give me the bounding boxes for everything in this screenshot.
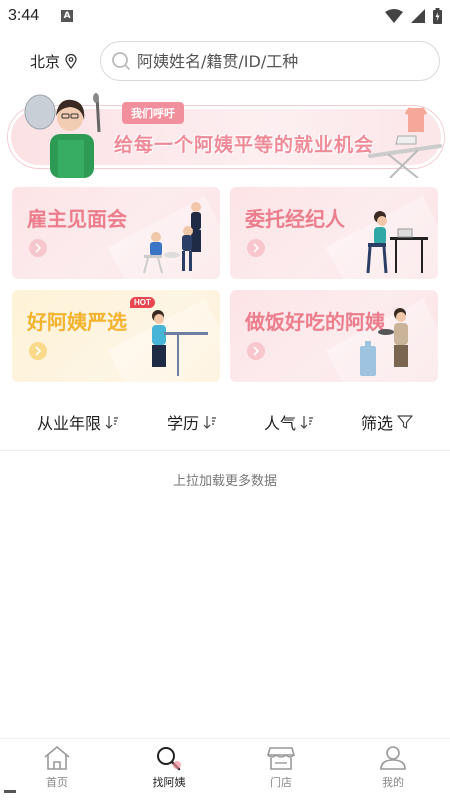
ironing-auntie-illustration — [152, 310, 208, 376]
load-more-hint: 上拉加载更多数据 — [172, 474, 277, 489]
store-icon — [266, 747, 296, 770]
search-row: 北京 — [0, 40, 450, 82]
home-icon — [44, 745, 70, 770]
tab-label: 找阿姨 — [152, 776, 186, 789]
bottom-tab-bar: 首页 找阿姨 门店 我的 — [0, 738, 450, 800]
agent-desk-illustration — [366, 211, 428, 274]
status-indicators — [385, 8, 442, 24]
battery-icon — [433, 8, 442, 24]
search-auntie-icon — [157, 747, 181, 771]
tab-find-auntie[interactable]: 找阿姨 — [134, 745, 204, 790]
card-employer-meeting[interactable]: 雇主见面会 — [12, 187, 220, 279]
tab-home[interactable]: 首页 — [22, 745, 92, 790]
tab-profile[interactable]: 我的 — [358, 745, 428, 790]
funnel-icon — [397, 415, 413, 429]
filter-label: 学历 — [167, 414, 200, 433]
chevron-right-icon — [247, 342, 265, 360]
filter-label: 人气 — [264, 414, 297, 433]
cooking-auntie-illustration — [360, 308, 408, 376]
status-time: 3:44 — [8, 7, 40, 24]
corner-mark-icon — [4, 790, 16, 793]
signal-icon — [411, 9, 425, 23]
search-box[interactable] — [100, 41, 440, 81]
banner-title: 给每一个阿姨平等的就业机会 — [114, 134, 375, 156]
card-title: 雇主见面会 — [27, 207, 127, 231]
search-input[interactable] — [137, 51, 417, 71]
promo-banner[interactable]: 我们呼吁 给每一个阿姨平等的就业机会 — [8, 92, 444, 178]
ironing-board-illustration — [368, 107, 442, 178]
filter-label: 从业年限 — [37, 414, 102, 433]
filter-label: 筛选 — [361, 414, 394, 433]
chevron-right-icon — [247, 239, 265, 257]
city-label: 北京 — [30, 52, 61, 71]
location-pin-icon — [65, 53, 77, 69]
filter-row: 从业年限 学历 人气 筛选 — [0, 400, 450, 444]
status-bar: 3:44 A — [0, 0, 450, 32]
notification-icon: A — [61, 10, 74, 22]
wifi-icon — [385, 9, 403, 23]
profile-icon — [380, 746, 406, 770]
tab-store[interactable]: 门店 — [246, 745, 316, 790]
card-selected-aunties[interactable]: 好阿姨严选 HOT — [12, 290, 220, 382]
chevron-right-icon — [29, 342, 47, 360]
card-delegate-agent[interactable]: 委托经纪人 — [230, 187, 438, 279]
card-title: 好阿姨严选 — [27, 310, 127, 334]
filter-experience[interactable]: 从业年限 — [37, 410, 119, 434]
banner-tag: 我们呼吁 — [122, 102, 184, 124]
tab-label: 首页 — [46, 776, 68, 789]
housekeeper-illustration — [24, 93, 101, 178]
search-icon — [112, 52, 130, 70]
tab-label: 我的 — [382, 776, 404, 789]
card-cooking-aunties[interactable]: 做饭好吃的阿姨 — [230, 290, 438, 382]
tab-label: 门店 — [270, 776, 292, 789]
divider — [0, 450, 450, 451]
filter-education[interactable]: 学历 — [167, 410, 217, 434]
city-selector[interactable]: 北京 — [30, 51, 77, 72]
sort-icon — [203, 416, 217, 429]
sort-icon — [105, 416, 119, 429]
filter-more[interactable]: 筛选 — [361, 410, 413, 434]
sort-icon — [300, 416, 314, 429]
card-title: 委托经纪人 — [245, 207, 345, 231]
meeting-illustration — [143, 202, 201, 274]
filter-popularity[interactable]: 人气 — [264, 410, 314, 434]
chevron-right-icon — [29, 239, 47, 257]
